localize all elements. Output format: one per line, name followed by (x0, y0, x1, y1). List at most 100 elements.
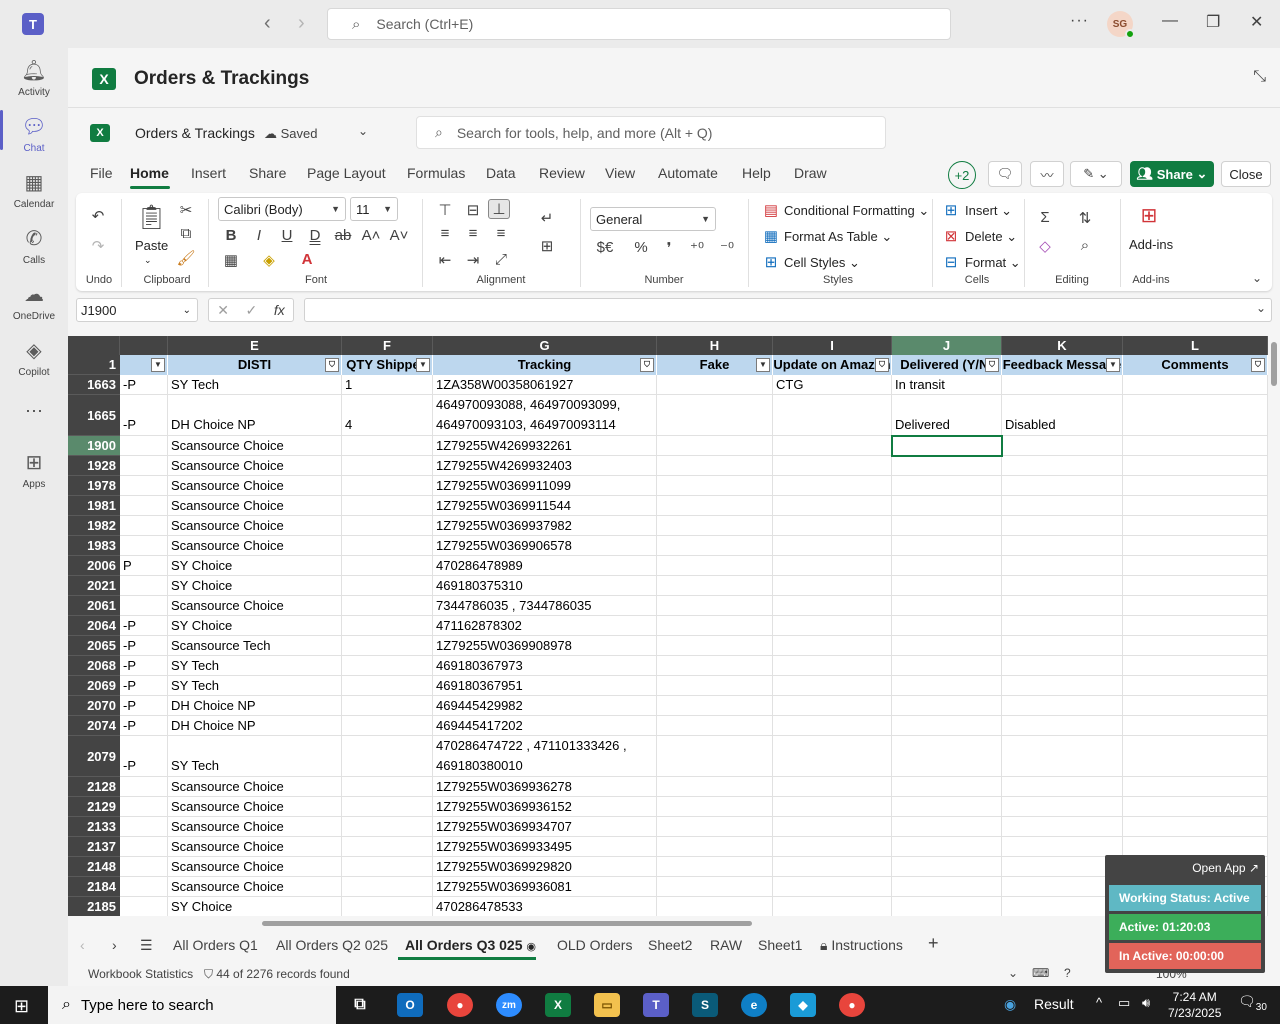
table-cell[interactable]: -P (120, 736, 168, 777)
chrome-icon[interactable]: ● (447, 993, 473, 1017)
row-header[interactable]: 2065 (68, 636, 120, 656)
table-cell[interactable]: 1Z79255W0369908978 (433, 636, 657, 656)
table-cell[interactable]: Scansource Choice (168, 536, 342, 556)
table-cell[interactable] (342, 596, 433, 616)
table-cell[interactable] (1002, 636, 1123, 656)
table-cell[interactable] (342, 516, 433, 536)
table-cell[interactable]: SY Tech (168, 676, 342, 696)
open-app-link[interactable]: Open App ↗ (1192, 861, 1259, 875)
active-cell-selection[interactable] (891, 435, 1003, 457)
table-cell[interactable] (1002, 736, 1123, 777)
table-cell[interactable] (1123, 395, 1268, 436)
table-header-cell[interactable]: Delivered (Y/N) ⛉ (892, 355, 1002, 375)
table-cell[interactable] (657, 596, 773, 616)
sheet-tab[interactable]: All Orders Q1 (173, 937, 258, 953)
table-cell[interactable] (1002, 656, 1123, 676)
table-cell[interactable]: 470286478533 (433, 897, 657, 916)
table-cell[interactable]: -P (120, 616, 168, 636)
table-cell[interactable] (657, 536, 773, 556)
table-cell[interactable] (120, 837, 168, 857)
row-header[interactable]: 1982 (68, 516, 120, 536)
table-cell[interactable]: 1Z79255W0369936081 (433, 877, 657, 897)
filter-dropdown-icon[interactable]: ⛉ (985, 358, 999, 372)
rail-more-icon[interactable]: ··· (0, 400, 68, 421)
filter-dropdown-icon[interactable]: ▼ (416, 358, 430, 372)
scroll-thumb[interactable] (262, 921, 752, 926)
table-cell[interactable]: 470286474722 , 471101333426 , 46918038001… (433, 736, 657, 777)
table-cell[interactable] (1002, 496, 1123, 516)
vertical-scrollbar[interactable] (1268, 326, 1280, 916)
insert-cells-button[interactable]: Insert ⌄ (965, 203, 1012, 219)
horizontal-scrollbar[interactable] (68, 916, 1268, 930)
avatar[interactable]: SG (1107, 11, 1135, 39)
scroll-thumb[interactable] (1271, 342, 1277, 386)
align-bottom-icon[interactable]: ⊥ (488, 199, 510, 219)
row-header[interactable]: 2137 (68, 837, 120, 857)
all-sheets-icon[interactable]: ☰ (140, 937, 153, 954)
result-label[interactable]: Result (1034, 996, 1074, 1012)
table-header-cell[interactable]: Tracking ⛉ (433, 355, 657, 375)
add-ins-icon[interactable]: ⊞ (1138, 203, 1160, 228)
tool-search-input[interactable]: ⌕ Search for tools, help, and more (Alt … (416, 116, 886, 149)
table-header-cell[interactable]: QTY Shipped ▼ (342, 355, 433, 375)
table-cell[interactable] (1123, 696, 1268, 716)
align-left-icon[interactable]: ≡ (434, 225, 456, 242)
table-cell[interactable] (892, 817, 1002, 837)
table-cell[interactable] (657, 516, 773, 536)
tab-automate[interactable]: Automate (658, 165, 718, 181)
table-cell[interactable] (1123, 596, 1268, 616)
font-size-select[interactable]: 11 ▼ (350, 197, 398, 221)
prev-sheet-icon[interactable]: ‹ (80, 937, 85, 953)
check-icon[interactable]: ✓ (246, 302, 258, 319)
table-cell[interactable] (342, 636, 433, 656)
decrease-decimal-icon[interactable]: ⁻⁰ (716, 239, 738, 257)
table-cell[interactable] (1002, 616, 1123, 636)
table-cell[interactable] (773, 696, 892, 716)
table-cell[interactable] (892, 857, 1002, 877)
table-header-cell[interactable]: Update on Amazon ⛉ (773, 355, 892, 375)
file-explorer-icon[interactable]: ▭ (594, 993, 620, 1017)
table-cell[interactable]: DH Choice NP (168, 395, 342, 436)
table-cell[interactable] (120, 777, 168, 797)
tab-share[interactable]: Share (249, 165, 286, 181)
table-cell[interactable] (773, 716, 892, 736)
table-cell[interactable] (773, 496, 892, 516)
table-cell[interactable]: Scansource Choice (168, 777, 342, 797)
taskbar-search-box[interactable]: ⌕ Type here to search (48, 986, 336, 1024)
table-cell[interactable]: 1ZA358W00358061927 (433, 375, 657, 395)
table-cell[interactable] (1123, 375, 1268, 395)
conditional-formatting-button[interactable]: Conditional Formatting ⌄ (784, 203, 929, 219)
table-cell[interactable]: -P (120, 696, 168, 716)
table-cell[interactable] (1123, 536, 1268, 556)
table-cell[interactable]: Scansource Choice (168, 476, 342, 496)
italic-icon[interactable]: I (248, 227, 270, 244)
table-cell[interactable] (120, 877, 168, 897)
chrome-profile-icon[interactable]: ● (839, 993, 865, 1017)
forward-arrow-icon[interactable]: › (298, 12, 305, 35)
table-cell[interactable] (120, 797, 168, 817)
taskbar-clock[interactable]: 7:24 AM 7/23/2025 (1168, 989, 1221, 1021)
fill-color-icon[interactable]: ◈ (258, 251, 280, 269)
wrap-text-icon[interactable]: ↵ (536, 209, 558, 227)
table-cell[interactable] (1002, 716, 1123, 736)
windows-start-icon[interactable]: ⊞ (14, 996, 29, 1017)
table-cell[interactable]: 469180367973 (433, 656, 657, 676)
table-cell[interactable] (1123, 797, 1268, 817)
rail-item-calls[interactable]: ✆ Calls (0, 226, 68, 266)
editing-mode-button[interactable]: ✎ ⌄ (1070, 161, 1122, 187)
tab-data[interactable]: Data (486, 165, 516, 181)
table-cell[interactable]: Scansource Choice (168, 857, 342, 877)
app-diamond-icon[interactable]: ◆ (790, 993, 816, 1017)
table-cell[interactable] (657, 837, 773, 857)
table-cell[interactable] (657, 777, 773, 797)
table-cell[interactable] (1123, 616, 1268, 636)
table-cell[interactable] (892, 556, 1002, 576)
table-cell[interactable] (892, 576, 1002, 596)
find-select-icon[interactable]: ⌕ (1074, 237, 1096, 254)
table-cell[interactable] (773, 596, 892, 616)
table-cell[interactable] (657, 696, 773, 716)
collapse-icon[interactable]: ⤡ (1253, 68, 1266, 86)
filter-dropdown-icon[interactable]: ⛉ (325, 358, 339, 372)
cell-styles-button[interactable]: Cell Styles ⌄ (784, 255, 860, 271)
table-cell[interactable] (120, 576, 168, 596)
